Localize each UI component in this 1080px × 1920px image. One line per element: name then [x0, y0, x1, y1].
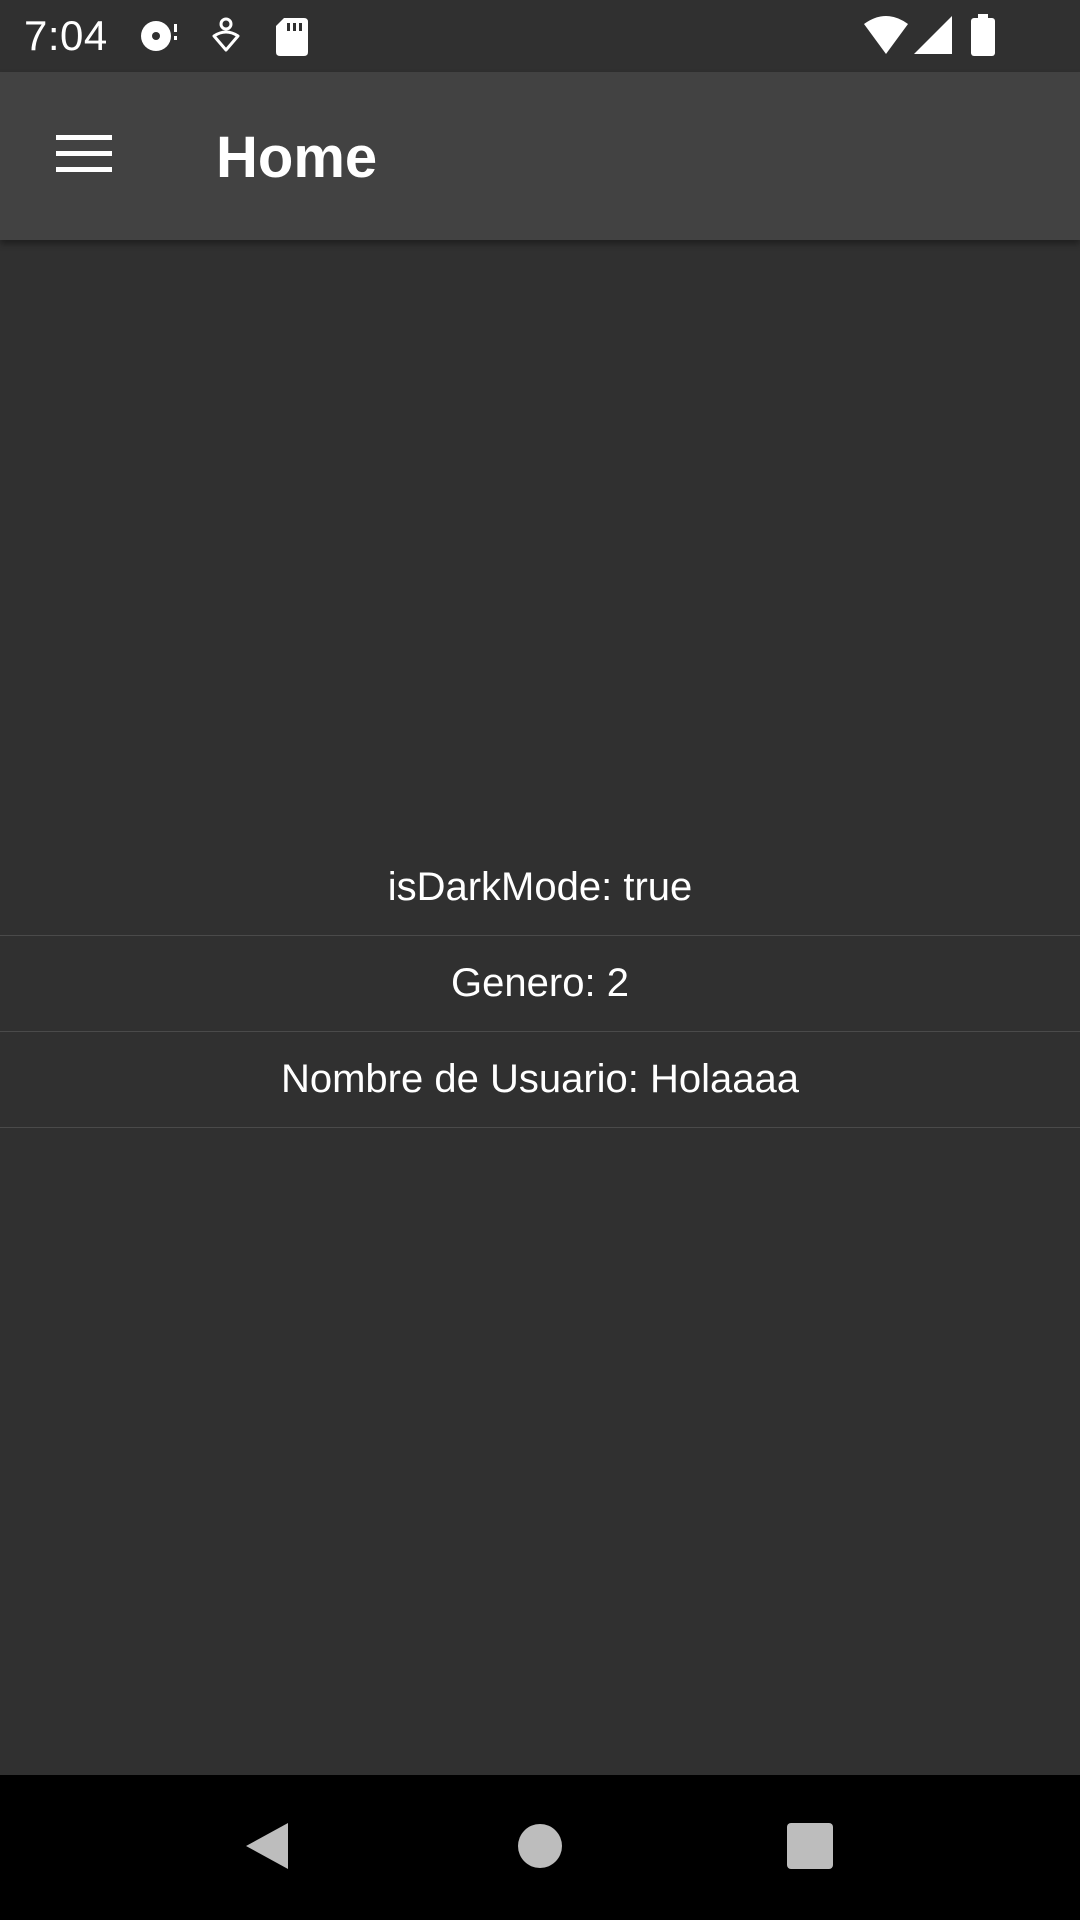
home-button[interactable] — [495, 1803, 585, 1893]
info-list: isDarkMode: true Genero: 2 Nombre de Usu… — [0, 840, 1080, 1128]
media-disc-icon — [138, 14, 182, 58]
status-bar: 7:04 — [0, 0, 1080, 72]
back-button[interactable] — [222, 1803, 312, 1893]
system-nav-bar — [0, 1775, 1080, 1920]
list-item-dark-mode: isDarkMode: true — [0, 840, 1080, 936]
status-time: 7:04 — [24, 12, 108, 59]
menu-button[interactable] — [30, 114, 138, 198]
list-item-genero: Genero: 2 — [0, 936, 1080, 1032]
recents-icon — [787, 1822, 833, 1874]
cellular-signal-icon — [912, 14, 956, 58]
list-item-username: Nombre de Usuario: Holaaaa — [0, 1032, 1080, 1128]
pinned-location-icon — [204, 14, 248, 58]
page-title: Home — [216, 125, 378, 190]
back-icon — [242, 1820, 292, 1877]
hamburger-menu-icon — [56, 133, 112, 180]
recents-button[interactable] — [765, 1803, 855, 1893]
screen: 7:04 Home isDarkMode: true Genero: 2 Nom… — [0, 0, 1080, 1920]
battery-icon — [968, 14, 998, 58]
main-content: isDarkMode: true Genero: 2 Nombre de Usu… — [0, 240, 1080, 1775]
sd-card-icon — [270, 14, 314, 58]
app-bar: Home — [0, 72, 1080, 240]
wifi-icon — [862, 14, 910, 58]
home-icon — [517, 1823, 563, 1874]
